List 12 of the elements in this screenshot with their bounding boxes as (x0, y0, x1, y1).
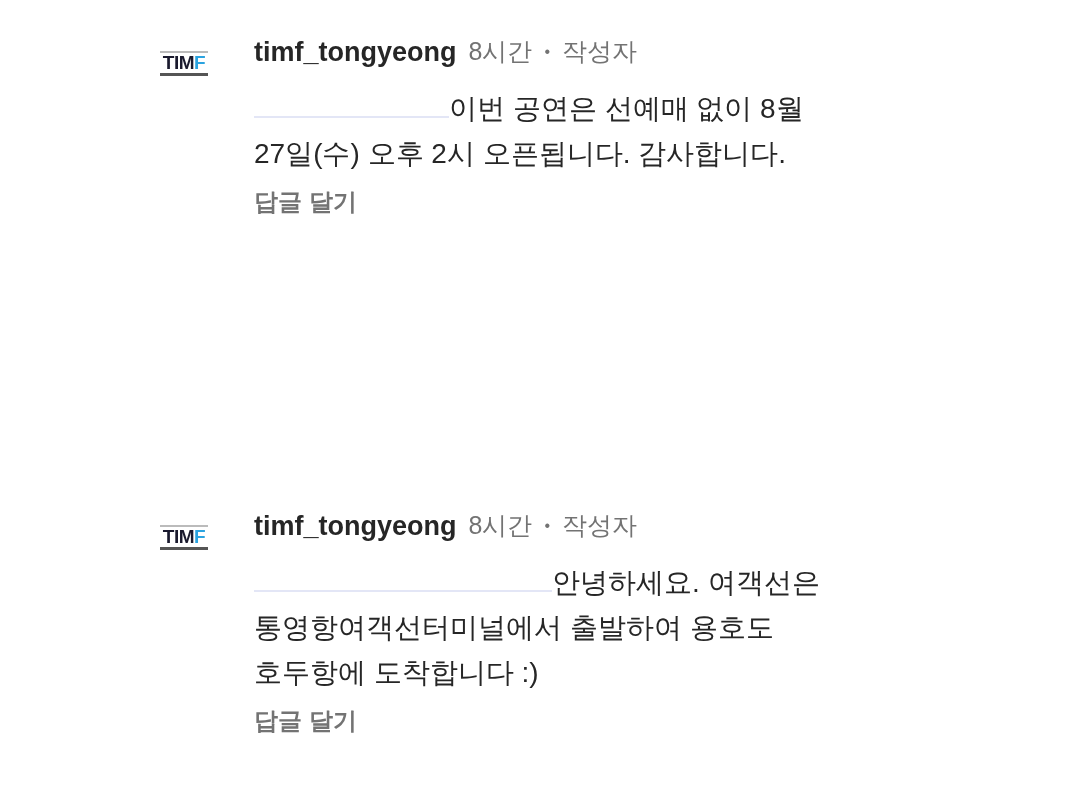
author-label: 작성자 (562, 36, 637, 68)
username[interactable]: timf_tongyeong (254, 31, 457, 73)
comment-text: 이번 공연은 선예매 없이 8월 27일(수) 오후 2시 오픈됩니다. 감사합니다. (254, 92, 804, 171)
reply-link[interactable]: 답글 달기 (254, 184, 357, 220)
username[interactable]: timf_tongyeong (254, 505, 457, 547)
separator-dot: • (544, 42, 550, 62)
timestamp: 8시간 (468, 36, 533, 68)
reply-link[interactable]: 답글 달기 (254, 703, 357, 739)
timestamp: 8시간 (468, 510, 533, 542)
comment-text: 안녕하세요. 여객선은 통영항여객선터미널에서 출발하여 용호도 호두항에 도착합니다 :) (254, 566, 820, 690)
author-label: 작성자 (562, 510, 637, 542)
separator-dot: • (544, 516, 550, 536)
